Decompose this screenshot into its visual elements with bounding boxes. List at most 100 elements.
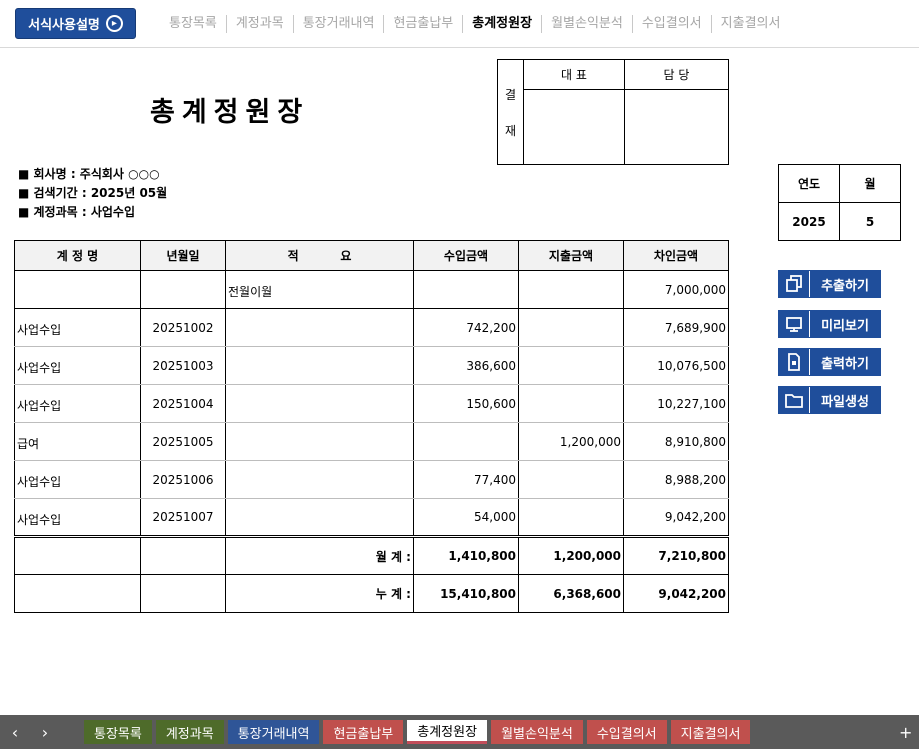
approval-side-label: 결 재 (498, 60, 523, 164)
create-file-button-label: 파일생성 (809, 387, 880, 413)
year-month-box: 연도 월 2025 5 (778, 164, 901, 241)
sheet-tab-bank-transactions[interactable]: 통장거래내역 (227, 720, 320, 744)
cell-empty (14, 574, 141, 613)
guide-button[interactable]: 서식사용설명 ▸ (15, 8, 136, 39)
sheet-tab-monthly-pl[interactable]: 월별손익분석 (491, 720, 583, 744)
cell-income[interactable] (413, 422, 519, 461)
create-file-button[interactable]: 파일생성 (778, 386, 881, 414)
add-sheet-icon[interactable]: + (899, 723, 919, 742)
cell-balance[interactable]: 7,000,000 (623, 270, 729, 309)
approval-sign-manager[interactable] (624, 89, 728, 164)
cell-description[interactable] (225, 308, 414, 347)
nav-link-expense-resolution[interactable]: 지출결의서 (710, 15, 790, 33)
cell-empty (140, 535, 226, 575)
info-period: ■ 검색기간 : 2025년 05월 (18, 186, 168, 200)
print-icon (779, 349, 809, 375)
cell-income[interactable]: 386,600 (413, 346, 519, 385)
cell-date[interactable]: 20251007 (140, 498, 226, 537)
col-description: 적 요 (225, 240, 414, 271)
cell-income[interactable]: 54,000 (413, 498, 519, 537)
monthly-total-label: 월 계 : (225, 535, 414, 575)
table-row: 사업수입 20251006 77,400 8,988,200 (14, 460, 729, 499)
cell-account[interactable]: 사업수입 (14, 308, 141, 347)
cell-expense[interactable] (518, 460, 624, 499)
cell-expense[interactable] (518, 346, 624, 385)
sheet-tab-general-ledger[interactable]: 총계정원장 (407, 720, 488, 744)
sheet-tab-cash-book[interactable]: 현금출납부 (323, 720, 404, 744)
table-row: 사업수입 20251007 54,000 9,042,200 (14, 498, 729, 537)
cell-description[interactable] (225, 422, 414, 461)
cell-expense[interactable] (518, 270, 624, 309)
table-row: 전월이월 7,000,000 (14, 270, 729, 309)
nav-link-monthly-pl[interactable]: 월별손익분석 (541, 15, 632, 33)
approval-side-top: 결 (504, 87, 517, 102)
approval-sign-representative[interactable] (523, 89, 624, 164)
nav-link-accounts[interactable]: 계정과목 (225, 15, 293, 33)
cell-account[interactable]: 급여 (14, 422, 141, 461)
cell-balance[interactable]: 10,227,100 (623, 384, 729, 423)
info-company: ■ 회사명 : 주식회사 ○○○ (18, 167, 160, 181)
cell-description[interactable] (225, 460, 414, 499)
cell-description[interactable] (225, 384, 414, 423)
table-row: 급여 20251005 1,200,000 8,910,800 (14, 422, 729, 461)
cell-account[interactable]: 사업수입 (14, 384, 141, 423)
cell-date[interactable]: 20251005 (140, 422, 226, 461)
info-account: ■ 계정과목 : 사업수입 (18, 205, 135, 219)
nav-link-cash-book[interactable]: 현금출납부 (383, 15, 462, 33)
cell-account[interactable] (14, 270, 141, 309)
nav-link-bank-list[interactable]: 통장목록 (160, 15, 226, 33)
cell-date[interactable]: 20251002 (140, 308, 226, 347)
cell-account[interactable]: 사업수입 (14, 460, 141, 499)
cell-balance[interactable]: 9,042,200 (623, 498, 729, 537)
cell-description[interactable] (225, 346, 414, 385)
nav-link-income-resolution[interactable]: 수입결의서 (631, 15, 711, 33)
cell-balance[interactable]: 8,988,200 (623, 460, 729, 499)
approval-col-representative: 대 표 (523, 60, 624, 89)
cell-date[interactable]: 20251006 (140, 460, 226, 499)
nav-links: 통장목록 계정과목 통장거래내역 현금출납부 총계정원장 월별손익분석 수입결의… (160, 15, 789, 33)
monitor-icon (779, 311, 809, 337)
cell-description[interactable] (225, 498, 414, 537)
cell-expense[interactable] (518, 384, 624, 423)
sheet-tab-income-resolution[interactable]: 수입결의서 (586, 720, 667, 744)
cumulative-total-balance: 9,042,200 (623, 574, 729, 613)
sheet-tab-expense-resolution[interactable]: 지출결의서 (670, 720, 751, 744)
cell-balance[interactable]: 10,076,500 (623, 346, 729, 385)
ledger-table: 계 정 명 년월일 적 요 수입금액 지출금액 차인금액 전월이월 7,000,… (14, 240, 729, 613)
chevron-left-icon[interactable]: ‹ (0, 723, 30, 742)
page-title: 총계정원장 (150, 97, 310, 128)
cell-income[interactable] (413, 270, 519, 309)
table-row: 사업수입 20251002 742,200 7,689,900 (14, 308, 729, 347)
cell-expense[interactable] (518, 498, 624, 537)
chevron-right-icon[interactable]: › (30, 723, 60, 742)
sheet-tab-bank-list[interactable]: 통장목록 (84, 720, 152, 744)
cell-expense[interactable] (518, 308, 624, 347)
cell-balance[interactable]: 8,910,800 (623, 422, 729, 461)
preview-button[interactable]: 미리보기 (778, 310, 881, 338)
col-expense: 지출금액 (518, 240, 624, 271)
cell-date[interactable] (140, 270, 226, 309)
monthly-total-row: 월 계 : 1,410,800 1,200,000 7,210,800 (14, 535, 729, 575)
print-button[interactable]: 출력하기 (778, 348, 881, 376)
cell-income[interactable]: 742,200 (413, 308, 519, 347)
year-value[interactable]: 2025 (779, 203, 840, 240)
cell-empty (140, 574, 226, 613)
cell-income[interactable]: 150,600 (413, 384, 519, 423)
nav-link-general-ledger[interactable]: 총계정원장 (462, 15, 541, 33)
cell-income[interactable]: 77,400 (413, 460, 519, 499)
sheet-tab-accounts[interactable]: 계정과목 (155, 720, 224, 744)
cell-balance[interactable]: 7,689,900 (623, 308, 729, 347)
cell-date[interactable]: 20251004 (140, 384, 226, 423)
cell-expense[interactable]: 1,200,000 (518, 422, 624, 461)
col-balance: 차인금액 (623, 240, 729, 271)
nav-link-bank-transactions[interactable]: 통장거래내역 (292, 15, 384, 33)
cell-account[interactable]: 사업수입 (14, 498, 141, 537)
cell-description[interactable]: 전월이월 (225, 270, 414, 309)
extract-button[interactable]: 추출하기 (778, 270, 881, 298)
cell-date[interactable]: 20251003 (140, 346, 226, 385)
cell-account[interactable]: 사업수입 (14, 346, 141, 385)
month-value[interactable]: 5 (840, 203, 900, 240)
ledger-info: ■ 회사명 : 주식회사 ○○○ ■ 검색기간 : 2025년 05월 ■ 계정… (18, 165, 167, 222)
cumulative-total-expense: 6,368,600 (518, 574, 624, 613)
top-navigation: 서식사용설명 ▸ 통장목록 계정과목 통장거래내역 현금출납부 총계정원장 월별… (0, 0, 919, 48)
